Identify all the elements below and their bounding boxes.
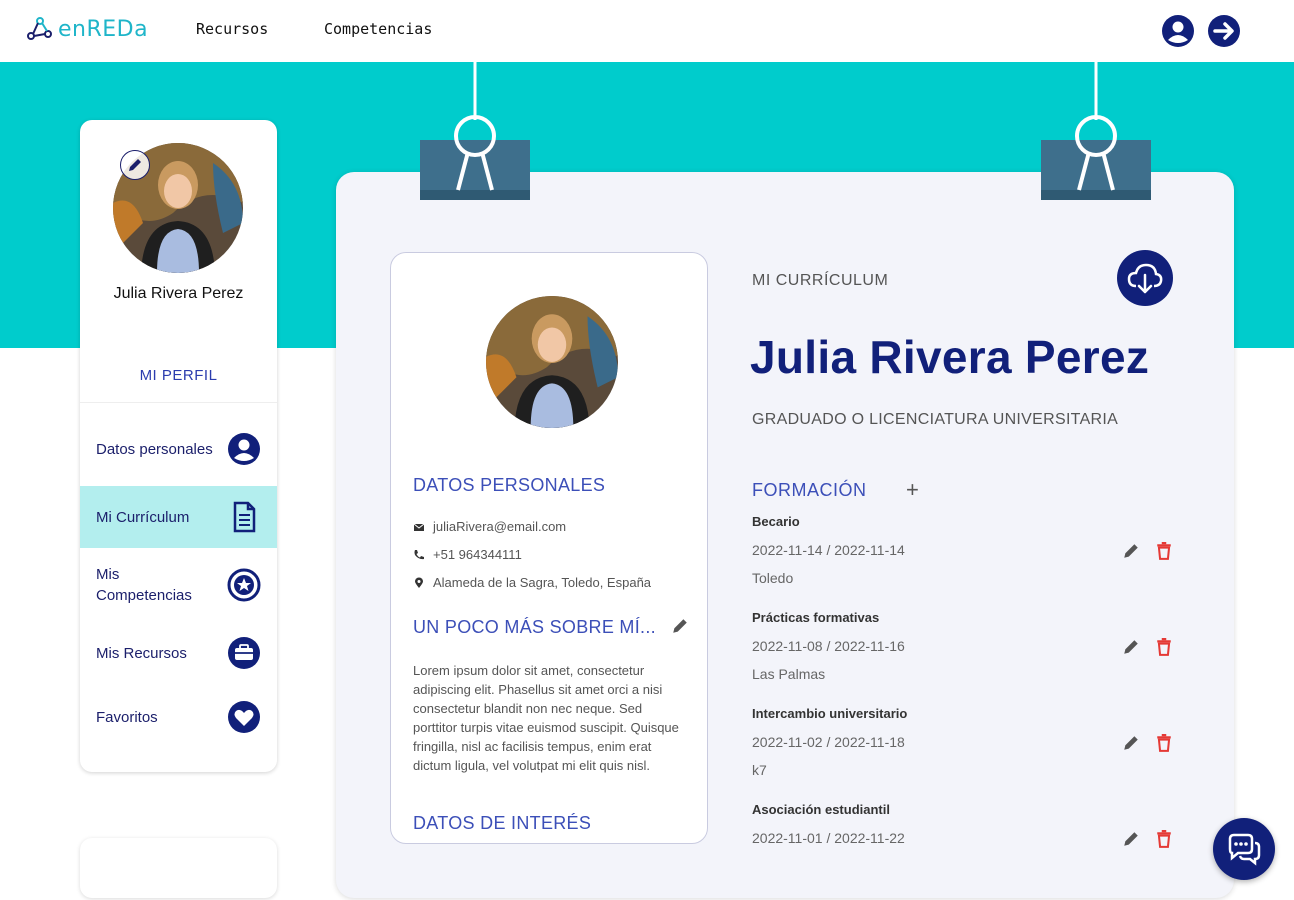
sidebar-item-mis-competencias[interactable]: Mis Competencias bbox=[80, 554, 277, 616]
contact-phone: +51 964344111 bbox=[413, 547, 522, 562]
divider bbox=[80, 402, 277, 403]
add-formacion-button[interactable]: + bbox=[906, 477, 919, 503]
edit-pencil-icon[interactable] bbox=[1122, 734, 1140, 752]
formacion-entry-dates: 2022-11-14 / 2022-11-14 bbox=[752, 542, 905, 558]
formacion-entry: Intercambio universitario 2022-11-02 / 2… bbox=[752, 706, 1182, 796]
edit-pencil-icon[interactable] bbox=[1122, 542, 1140, 560]
logo[interactable]: enREDa bbox=[26, 16, 148, 42]
sidebar-item-label: Mis Recursos bbox=[96, 644, 187, 662]
briefcase-icon bbox=[228, 637, 260, 669]
nav-link-recursos[interactable]: Recursos bbox=[196, 20, 268, 38]
delete-trash-icon[interactable] bbox=[1156, 734, 1172, 752]
delete-trash-icon[interactable] bbox=[1156, 830, 1172, 848]
binder-clip-icon bbox=[1041, 62, 1151, 200]
star-badge-icon bbox=[227, 568, 261, 602]
sidebar-item-datos-personales[interactable]: Datos personales bbox=[80, 418, 277, 480]
formacion-entry-dates: 2022-11-08 / 2022-11-16 bbox=[752, 638, 905, 654]
binder-clip-icon bbox=[420, 62, 530, 200]
delete-trash-icon[interactable] bbox=[1156, 542, 1172, 560]
sidebar-user-name: Julia Rivera Perez bbox=[113, 285, 244, 302]
phone-text: +51 964344111 bbox=[433, 547, 522, 562]
formacion-entry-title: Asociación estudiantil bbox=[752, 802, 890, 817]
avatar bbox=[486, 296, 618, 428]
user-circle-icon bbox=[228, 433, 260, 465]
cv-owner-name: Julia Rivera Perez bbox=[750, 331, 1150, 383]
logout-arrow-icon[interactable] bbox=[1207, 14, 1241, 48]
cloud-download-icon bbox=[1127, 263, 1163, 294]
edit-avatar-button[interactable] bbox=[120, 150, 150, 180]
formacion-entry-title: Intercambio universitario bbox=[752, 706, 908, 721]
sidebar-item-mis-recursos[interactable]: Mis Recursos bbox=[80, 622, 277, 684]
formacion-entry-place: Toledo bbox=[752, 570, 794, 586]
formacion-entry-place: Las Palmas bbox=[752, 666, 826, 682]
pencil-icon bbox=[129, 159, 141, 171]
sidebar-item-label: Mis Competencias bbox=[96, 566, 192, 604]
contact-email: juliaRivera@email.com bbox=[413, 519, 566, 534]
phone-icon bbox=[414, 549, 424, 559]
email-text: juliaRivera@email.com bbox=[433, 519, 567, 534]
edit-about-pencil-icon[interactable] bbox=[671, 617, 689, 635]
formacion-entry: Becario 2022-11-14 / 2022-11-14 Toledo bbox=[752, 514, 1182, 604]
delete-trash-icon[interactable] bbox=[1156, 638, 1172, 656]
sidebar-section-title: MI PERFIL bbox=[139, 367, 218, 384]
formacion-entry-dates: 2022-11-02 / 2022-11-18 bbox=[752, 734, 905, 750]
sidebar-item-mi-curriculum[interactable]: Mi Currículum bbox=[80, 486, 277, 548]
mail-icon bbox=[413, 523, 425, 531]
sidebar-item-label: Datos personales bbox=[96, 440, 213, 458]
personal-data-title: DATOS PERSONALES bbox=[413, 475, 606, 495]
profile-sidebar: Julia Rivera Perez MI PERFIL Datos perso… bbox=[80, 120, 277, 772]
nav-link-competencias[interactable]: Competencias bbox=[324, 20, 432, 38]
top-navbar: enREDa Recursos Competencias bbox=[0, 0, 1294, 62]
sidebar-item-label: Mi Currículum bbox=[96, 508, 190, 526]
edit-pencil-icon[interactable] bbox=[1122, 830, 1140, 848]
logo-network-icon bbox=[27, 17, 52, 40]
formacion-entry: Prácticas formativas 2022-11-08 / 2022-1… bbox=[752, 610, 1182, 700]
address-text: Alameda de la Sagra, Toledo, España bbox=[433, 575, 652, 590]
logo-text: enREDa bbox=[58, 16, 149, 42]
user-circle-icon[interactable] bbox=[1161, 14, 1195, 48]
sidebar-secondary-card bbox=[80, 838, 277, 898]
formacion-entry-dates: 2022-11-01 / 2022-11-22 bbox=[752, 830, 905, 846]
chat-button[interactable] bbox=[1213, 818, 1275, 880]
edit-pencil-icon[interactable] bbox=[1122, 638, 1140, 656]
formacion-entry-title: Becario bbox=[752, 514, 800, 529]
contact-address: Alameda de la Sagra, Toledo, España bbox=[413, 575, 651, 590]
download-cv-button[interactable] bbox=[1117, 250, 1173, 306]
cv-section-label: MI CURRÍCULUM bbox=[752, 272, 889, 289]
heart-icon bbox=[228, 701, 260, 733]
formacion-entry: Asociación estudiantil 2022-11-01 / 2022… bbox=[752, 802, 1182, 892]
about-title: UN POCO MÁS SOBRE MÍ... bbox=[413, 617, 656, 637]
sidebar-item-favoritos[interactable]: Favoritos bbox=[80, 686, 277, 748]
sidebar-item-label: Favoritos bbox=[96, 708, 158, 726]
personal-info-card: DATOS PERSONALES juliaRivera@email.com +… bbox=[390, 252, 708, 844]
chat-bubble-icon bbox=[1228, 833, 1261, 866]
formacion-entry-place: k7 bbox=[752, 762, 767, 778]
formacion-title: FORMACIÓN bbox=[752, 480, 867, 500]
formacion-entry-title: Prácticas formativas bbox=[752, 610, 880, 625]
about-text: Lorem ipsum dolor sit amet, consectetur … bbox=[413, 663, 679, 773]
interest-title: DATOS DE INTERÉS bbox=[413, 813, 592, 833]
location-pin-icon bbox=[415, 577, 423, 588]
cv-degree: GRADUADO O LICENCIATURA UNIVERSITARIA bbox=[752, 411, 1119, 428]
document-icon bbox=[233, 501, 256, 533]
